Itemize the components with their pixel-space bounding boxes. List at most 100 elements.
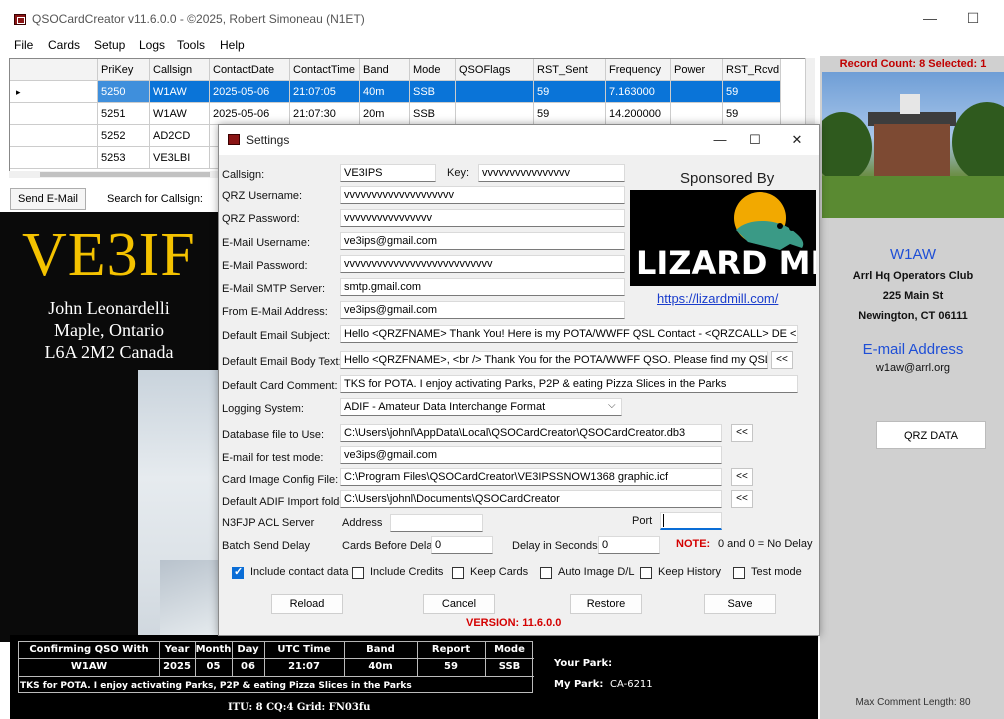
from-email-input[interactable]: ve3ips@gmail.com [340, 301, 625, 319]
database-file-browse-button[interactable]: << [731, 424, 753, 442]
email-body-browse-button[interactable]: << [771, 351, 793, 369]
menu-file[interactable]: File [14, 38, 33, 52]
grid-cell[interactable]: VE3LBI [150, 147, 210, 169]
card-comment-input[interactable]: TKS for POTA. I enjoy activating Parks, … [340, 375, 798, 393]
grid-cell[interactable]: 14.200000 [606, 103, 671, 125]
restore-button[interactable]: Restore [570, 594, 642, 614]
database-file-input[interactable]: C:\Users\johnl\AppData\Local\QSOCardCrea… [340, 424, 722, 442]
maximize-button[interactable]: ☐ [958, 8, 988, 28]
grid-column-header[interactable]: Band [360, 59, 410, 81]
acl-port-input[interactable] [660, 512, 722, 530]
menu-setup[interactable]: Setup [94, 38, 125, 52]
qrz-data-button[interactable]: QRZ DATA [876, 421, 986, 449]
grid-cell[interactable]: W1AW [150, 81, 210, 103]
grid-column-header[interactable]: PriKey [98, 59, 150, 81]
grid-cell[interactable]: 59 [723, 81, 781, 103]
grid-cell[interactable]: 7.163000 [606, 81, 671, 103]
grid-cell[interactable]: SSB [410, 103, 456, 125]
grid-cell[interactable]: 20m [360, 103, 410, 125]
grid-cell[interactable]: 2025-05-06 [210, 103, 290, 125]
include-contact-data-label: Include contact data [250, 566, 349, 578]
grid-cell[interactable]: 5253 [98, 147, 150, 169]
adif-folder-browse-button[interactable]: << [731, 490, 753, 508]
grid-column-header[interactable]: ContactDate [210, 59, 290, 81]
grid-row-selector[interactable] [10, 147, 98, 169]
key-input[interactable]: vvvvvvvvvvvvvvvv [478, 164, 625, 182]
grid-row-selector[interactable] [10, 125, 98, 147]
auto-image-checkbox[interactable] [540, 567, 552, 579]
email-password-input[interactable]: vvvvvvvvvvvvvvvvvvvvvvvvvvv [340, 255, 625, 273]
grid-cell[interactable]: 59 [534, 81, 606, 103]
delay-seconds-input[interactable]: 0 [598, 536, 660, 554]
send-email-button[interactable]: Send E-Mail [10, 188, 86, 210]
grid-column-header[interactable]: Mode [410, 59, 456, 81]
card-config-browse-button[interactable]: << [731, 468, 753, 486]
grid-column-header[interactable]: RST_Sent [534, 59, 606, 81]
sponsor-link[interactable]: https://lizardmill.com/ [657, 291, 778, 306]
keep-history-checkbox[interactable] [640, 567, 652, 579]
grid-column-header[interactable]: Frequency [606, 59, 671, 81]
grid-column-header[interactable]: Power [671, 59, 723, 81]
grid-cell[interactable]: 2025-05-06 [210, 81, 290, 103]
grid-cell[interactable]: 21:07:30 [290, 103, 360, 125]
test-email-input[interactable]: ve3ips@gmail.com [340, 446, 722, 464]
acl-address-input[interactable] [390, 514, 483, 532]
qso-table-header: Month [195, 644, 232, 655]
cancel-button[interactable]: Cancel [423, 594, 495, 614]
settings-close-button[interactable]: ✕ [785, 131, 809, 149]
grid-cell[interactable]: 5251 [98, 103, 150, 125]
grid-column-header[interactable]: Callsign [150, 59, 210, 81]
email-username-input[interactable]: ve3ips@gmail.com [340, 232, 625, 250]
settings-app-icon [228, 134, 240, 145]
grid-row-header-corner[interactable] [10, 59, 98, 81]
menu-help[interactable]: Help [220, 38, 245, 52]
grid-cell[interactable] [456, 103, 534, 125]
grid-scroll-thumb[interactable] [40, 172, 210, 177]
qrz-password-input[interactable]: vvvvvvvvvvvvvvvv [340, 209, 625, 227]
adif-folder-input[interactable]: C:\Users\johnl\Documents\QSOCardCreator [340, 490, 722, 508]
qso-table-value: 40m [368, 661, 393, 672]
menu-cards[interactable]: Cards [48, 38, 80, 52]
include-contact-data-checkbox[interactable] [232, 565, 244, 579]
settings-maximize-button[interactable]: ☐ [743, 131, 767, 149]
callsign-input[interactable]: VE3IPS [340, 164, 436, 182]
grid-cell[interactable]: W1AW [150, 103, 210, 125]
include-credits-checkbox[interactable] [352, 567, 364, 579]
grid-row-selector[interactable]: ▸ [10, 81, 98, 103]
grid-cell[interactable]: 21:07:05 [290, 81, 360, 103]
port-label: Port [632, 515, 653, 527]
test-mode-label: Test mode [751, 566, 802, 578]
grid-cell[interactable] [456, 81, 534, 103]
qrz-username-input[interactable]: vvvvvvvvvvvvvvvvvvvv [340, 186, 625, 204]
keep-cards-label: Keep Cards [470, 566, 529, 578]
grid-cell[interactable]: 59 [534, 103, 606, 125]
grid-cell[interactable]: SSB [410, 81, 456, 103]
card-config-input[interactable]: C:\Program Files\QSOCardCreator\VE3IPSSN… [340, 468, 722, 486]
test-mode-checkbox[interactable] [733, 567, 745, 579]
email-body-input[interactable]: Hello <QRZFNAME>, <br /> Thank You for t… [340, 351, 768, 369]
card-owner-name: John Leonardelli [48, 298, 170, 318]
grid-row-selector[interactable] [10, 103, 98, 125]
grid-cell[interactable] [671, 81, 723, 103]
menu-logs[interactable]: Logs [139, 38, 165, 52]
cards-before-delay-input[interactable]: 0 [431, 536, 493, 554]
reload-button[interactable]: Reload [271, 594, 343, 614]
email-subject-input[interactable]: Hello <QRZFNAME> Thank You! Here is my P… [340, 325, 798, 343]
save-button[interactable]: Save [704, 594, 776, 614]
grid-cell[interactable] [671, 103, 723, 125]
menu-tools[interactable]: Tools [177, 38, 205, 52]
grid-column-header[interactable]: RST_Rcvd [723, 59, 781, 81]
grid-cell[interactable]: AD2CD [150, 125, 210, 147]
grid-cell[interactable]: 5250 [98, 81, 150, 103]
minimize-button[interactable]: — [915, 8, 945, 28]
smtp-server-input[interactable]: smtp.gmail.com [340, 278, 625, 296]
test-email-label: E-mail for test mode: [222, 452, 324, 464]
grid-column-header[interactable]: ContactTime [290, 59, 360, 81]
grid-cell[interactable]: 5252 [98, 125, 150, 147]
grid-cell[interactable]: 59 [723, 103, 781, 125]
grid-column-header[interactable]: QSOFlags [456, 59, 534, 81]
grid-cell[interactable]: 40m [360, 81, 410, 103]
settings-minimize-button[interactable]: — [708, 131, 732, 149]
keep-cards-checkbox[interactable] [452, 567, 464, 579]
logging-system-select[interactable]: ADIF - Amateur Data Interchange Format [340, 398, 622, 416]
